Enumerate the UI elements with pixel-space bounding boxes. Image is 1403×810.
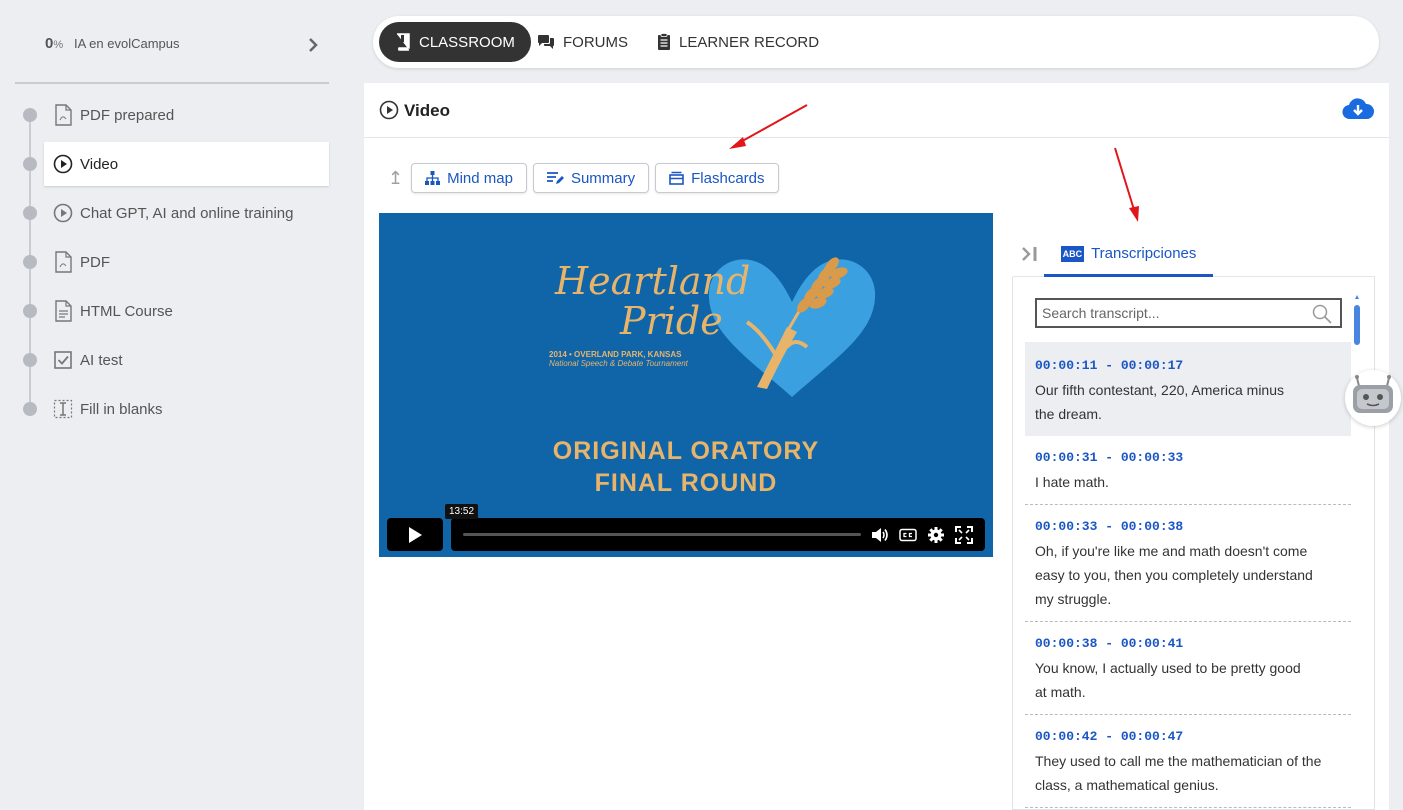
lesson-label: PDF prepared: [80, 106, 175, 124]
tab-transcripciones[interactable]: ABC Transcripciones: [1044, 233, 1213, 277]
video-hover-timestamp: 13:52: [445, 504, 479, 519]
lesson-status-dot: [23, 402, 37, 416]
lesson-item-pdf-prepared[interactable]: PDF prepared: [23, 93, 329, 137]
clipboard-icon: [658, 33, 670, 50]
panel-header: Video: [364, 83, 1389, 138]
lesson-label: HTML Course: [80, 302, 173, 320]
lesson-item-video[interactable]: Video: [23, 142, 329, 186]
course-name: IA en evolCampus: [74, 36, 180, 51]
scrollbar-thumb[interactable]: [1354, 305, 1360, 345]
search-icon[interactable]: [1312, 304, 1332, 324]
chevron-right-icon[interactable]: [306, 35, 320, 55]
video-progress-track[interactable]: [463, 533, 861, 536]
checkbox-icon: [52, 349, 74, 371]
lesson-status-dot: [23, 353, 37, 367]
page-title: Video: [404, 101, 450, 120]
lesson-label: Fill in blanks: [80, 400, 163, 418]
lesson-item-chatgpt[interactable]: Chat GPT, AI and online training: [23, 191, 329, 235]
transcript-segment[interactable]: 00:00:38 - 00:00:41 You know, I actually…: [1025, 622, 1351, 715]
abc-icon: ABC: [1060, 245, 1085, 262]
lesson-status-dot: [23, 304, 37, 318]
chat-bubbles-icon: [538, 35, 554, 49]
lesson-status-dot: [23, 108, 37, 122]
document-icon: [52, 300, 74, 322]
book-icon: [397, 33, 410, 51]
lesson-label: Chat GPT, AI and online training: [80, 204, 294, 222]
lesson-item-html-course[interactable]: HTML Course: [23, 289, 329, 333]
pdf-icon: [52, 104, 74, 126]
course-sidebar: 0% IA en evolCampus PDF prepared Video C…: [0, 0, 345, 810]
play-circle-icon: [52, 153, 74, 175]
collapse-up-icon[interactable]: ↥: [388, 168, 403, 189]
lesson-status-dot: [23, 157, 37, 171]
collapse-panel-icon[interactable]: [1021, 245, 1039, 263]
ai-tools-bar: ↥ Mind map Summary Flashcards: [388, 163, 785, 193]
video-control-bar: [451, 518, 985, 551]
lesson-item-pdf[interactable]: PDF: [23, 240, 329, 284]
logo-script-text: Heartland Pride: [555, 259, 751, 343]
annotation-arrow-tools: [729, 104, 808, 149]
course-progress: 0%: [45, 35, 64, 52]
lesson-status-dot: [23, 255, 37, 269]
edit-lines-icon: [546, 172, 564, 184]
logo-subtitle: 2014 • OVERLAND PARK, KANSAS National Sp…: [549, 350, 688, 368]
lesson-item-fill-in-blanks[interactable]: Fill in blanks: [23, 387, 329, 431]
settings-gear-icon[interactable]: [927, 526, 945, 544]
mind-map-button[interactable]: Mind map: [411, 163, 527, 193]
video-player[interactable]: Heartland Pride 2014 • OVERLAND PARK, KA…: [379, 213, 993, 557]
transcript-segment[interactable]: 00:00:11 - 00:00:17 Our fifth contestant…: [1025, 342, 1351, 436]
course-header[interactable]: 0% IA en evolCampus: [15, 22, 329, 84]
top-navigation: CLASSROOM FORUMS LEARNER RECORD: [373, 16, 1379, 68]
transcript-search-input[interactable]: Search transcript...: [1035, 298, 1342, 328]
lesson-label: AI test: [80, 351, 123, 369]
annotation-arrow-transcript: [1114, 147, 1139, 222]
transcript-panel: Search transcript... 00:00:11 - 00:00:17…: [1012, 277, 1375, 810]
tab-forums[interactable]: FORUMS: [521, 22, 644, 62]
sitemap-icon: [425, 171, 441, 185]
fullscreen-icon[interactable]: [955, 526, 973, 544]
lesson-label: PDF: [80, 253, 110, 271]
text-cursor-icon: [52, 398, 74, 420]
transcript-tabs: ABC Transcripciones: [1013, 233, 1375, 277]
tab-learner-record[interactable]: LEARNER RECORD: [641, 22, 835, 62]
play-circle-icon: [379, 100, 399, 120]
lesson-label: Video: [80, 155, 119, 173]
ai-assistant-bot[interactable]: [1345, 370, 1401, 426]
pdf-icon: [52, 251, 74, 273]
transcript-segment[interactable]: 00:00:33 - 00:00:38 Oh, if you're like m…: [1025, 505, 1351, 622]
lesson-item-ai-test[interactable]: AI test: [23, 338, 329, 382]
play-circle-icon: [52, 202, 74, 224]
cloud-download-icon[interactable]: [1342, 97, 1374, 121]
transcript-segment[interactable]: 00:00:42 - 00:00:47 They used to call me…: [1025, 715, 1351, 808]
lesson-status-dot: [23, 206, 37, 220]
transcript-list: 00:00:11 - 00:00:17 Our fifth contestant…: [1025, 342, 1351, 808]
tab-classroom[interactable]: CLASSROOM: [379, 22, 531, 62]
summary-button[interactable]: Summary: [532, 163, 650, 193]
cards-stack-icon: [669, 171, 684, 185]
video-play-button[interactable]: [387, 518, 443, 551]
play-icon: [409, 526, 422, 543]
video-title-card: ORIGINAL ORATORY FINAL ROUND: [552, 437, 820, 497]
robot-icon: [1353, 375, 1393, 413]
flashcards-button[interactable]: Flashcards: [655, 163, 779, 193]
scroll-up-icon[interactable]: [1355, 295, 1359, 299]
volume-icon[interactable]: [871, 526, 889, 544]
content-panel: Video ↥ Mind map Summary Flashcards Hear…: [364, 83, 1389, 810]
transcript-segment[interactable]: 00:00:31 - 00:00:33 I hate math.: [1025, 436, 1351, 505]
closed-captions-icon[interactable]: [899, 526, 917, 544]
